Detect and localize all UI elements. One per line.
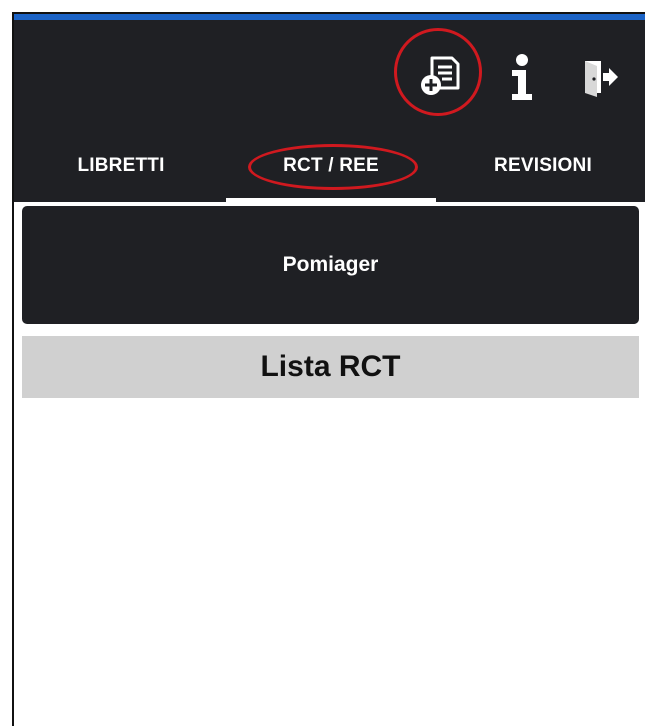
rct-list — [14, 400, 645, 726]
exit-icon[interactable] — [574, 52, 624, 102]
document-add-icon[interactable] — [412, 48, 468, 104]
app-header: LIBRETTI RCT / REE REVISIONI — [14, 20, 645, 202]
app-screen: LIBRETTI RCT / REE REVISIONI Pomiager Li… — [12, 12, 645, 726]
tab-bar: LIBRETTI RCT / REE REVISIONI — [14, 130, 645, 202]
info-icon[interactable] — [504, 50, 540, 106]
tab-revisioni[interactable]: REVISIONI — [454, 130, 632, 202]
list-title: Lista RCT — [22, 336, 639, 398]
active-tab-indicator — [226, 198, 436, 202]
tab-libretti[interactable]: LIBRETTI — [32, 130, 210, 202]
tab-rct-ree[interactable]: RCT / REE — [226, 130, 436, 202]
company-card[interactable]: Pomiager — [22, 206, 639, 324]
